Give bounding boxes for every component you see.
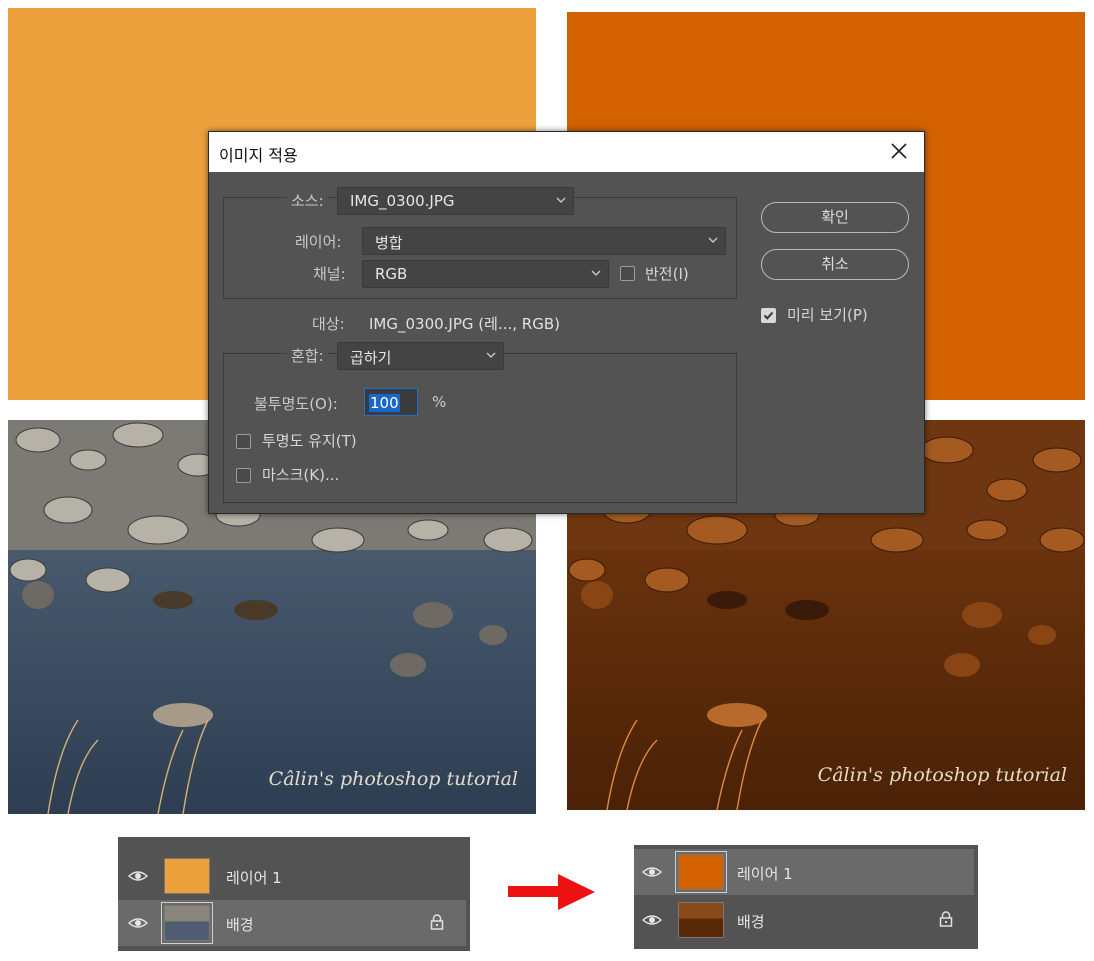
chevron-down-icon xyxy=(708,237,718,243)
mask-label: 마스크(K)... xyxy=(262,466,340,484)
eye-icon[interactable] xyxy=(128,916,148,930)
invert-label: 반전(I) xyxy=(645,265,689,283)
opacity-unit: % xyxy=(432,393,447,411)
layer-thumbnail xyxy=(164,858,210,894)
layer-label: 레이어: xyxy=(295,233,342,251)
layers-panel-after: 레이어 1 배경 xyxy=(634,845,978,949)
layer-select[interactable]: 병합 xyxy=(362,227,726,255)
chevron-down-icon xyxy=(591,270,601,276)
layer-thumbnail xyxy=(675,851,727,893)
preview-label: 미리 보기(P) xyxy=(787,306,868,324)
opacity-input[interactable]: 100 xyxy=(364,388,418,416)
target-label: 대상: xyxy=(312,315,345,333)
layer-thumbnail xyxy=(161,902,213,944)
checkmark-icon xyxy=(763,311,774,320)
target-value: IMG_0300.JPG (레..., RGB) xyxy=(369,315,560,333)
layer-value: 병합 xyxy=(375,234,403,252)
cancel-button[interactable]: 취소 xyxy=(761,249,909,280)
preserve-transparency-label: 투명도 유지(T) xyxy=(262,432,357,450)
arrow-right-icon xyxy=(508,874,595,910)
chevron-down-icon xyxy=(556,197,566,203)
layer-row-background[interactable]: 배경 xyxy=(118,900,466,946)
source-label: 소스: xyxy=(287,190,328,211)
preview-checkbox[interactable] xyxy=(761,308,776,323)
invert-checkbox[interactable] xyxy=(620,266,635,281)
opacity-value: 100 xyxy=(369,394,400,412)
lock-icon xyxy=(430,914,444,930)
layer-row-layer1[interactable]: 레이어 1 xyxy=(118,853,470,899)
close-icon[interactable] xyxy=(888,140,910,162)
layer-thumbnail xyxy=(678,902,724,938)
layer-name: 배경 xyxy=(737,913,765,931)
blending-value: 곱하기 xyxy=(350,349,392,367)
layer-name: 배경 xyxy=(226,916,254,934)
blending-label: 혼합: xyxy=(287,345,328,366)
channel-value: RGB xyxy=(375,265,408,283)
watermark-left: Câlin's photoshop tutorial xyxy=(268,768,518,790)
channel-select[interactable]: RGB xyxy=(362,260,609,288)
eye-icon[interactable] xyxy=(128,869,148,883)
dialog-title: 이미지 적용 xyxy=(219,146,298,165)
lock-icon xyxy=(939,911,953,927)
preserve-transparency-checkbox[interactable] xyxy=(236,434,251,449)
mask-checkbox[interactable] xyxy=(236,468,251,483)
eye-icon[interactable] xyxy=(642,913,662,927)
ok-button[interactable]: 확인 xyxy=(761,202,909,233)
layer-row-background[interactable]: 배경 xyxy=(634,897,978,943)
dialog-titlebar: 이미지 적용 xyxy=(209,132,924,172)
eye-icon[interactable] xyxy=(642,865,662,879)
chevron-down-icon xyxy=(486,352,496,358)
watermark-right: Câlin's photoshop tutorial xyxy=(817,764,1067,786)
apply-image-dialog: 이미지 적용 소스: IMG_0300.JPG 레이어: 병합 채널: RGB … xyxy=(208,131,925,514)
source-value: IMG_0300.JPG xyxy=(350,192,455,210)
blending-select[interactable]: 곱하기 xyxy=(337,342,504,370)
layer-name: 레이어 1 xyxy=(737,865,793,883)
layers-panel-before: 레이어 1 배경 xyxy=(118,837,470,951)
channel-label: 채널: xyxy=(313,265,346,283)
layer-name: 레이어 1 xyxy=(226,869,282,887)
layer-row-layer1[interactable]: 레이어 1 xyxy=(634,849,974,895)
opacity-label: 불투명도(O): xyxy=(254,395,338,413)
source-select[interactable]: IMG_0300.JPG xyxy=(337,187,574,215)
